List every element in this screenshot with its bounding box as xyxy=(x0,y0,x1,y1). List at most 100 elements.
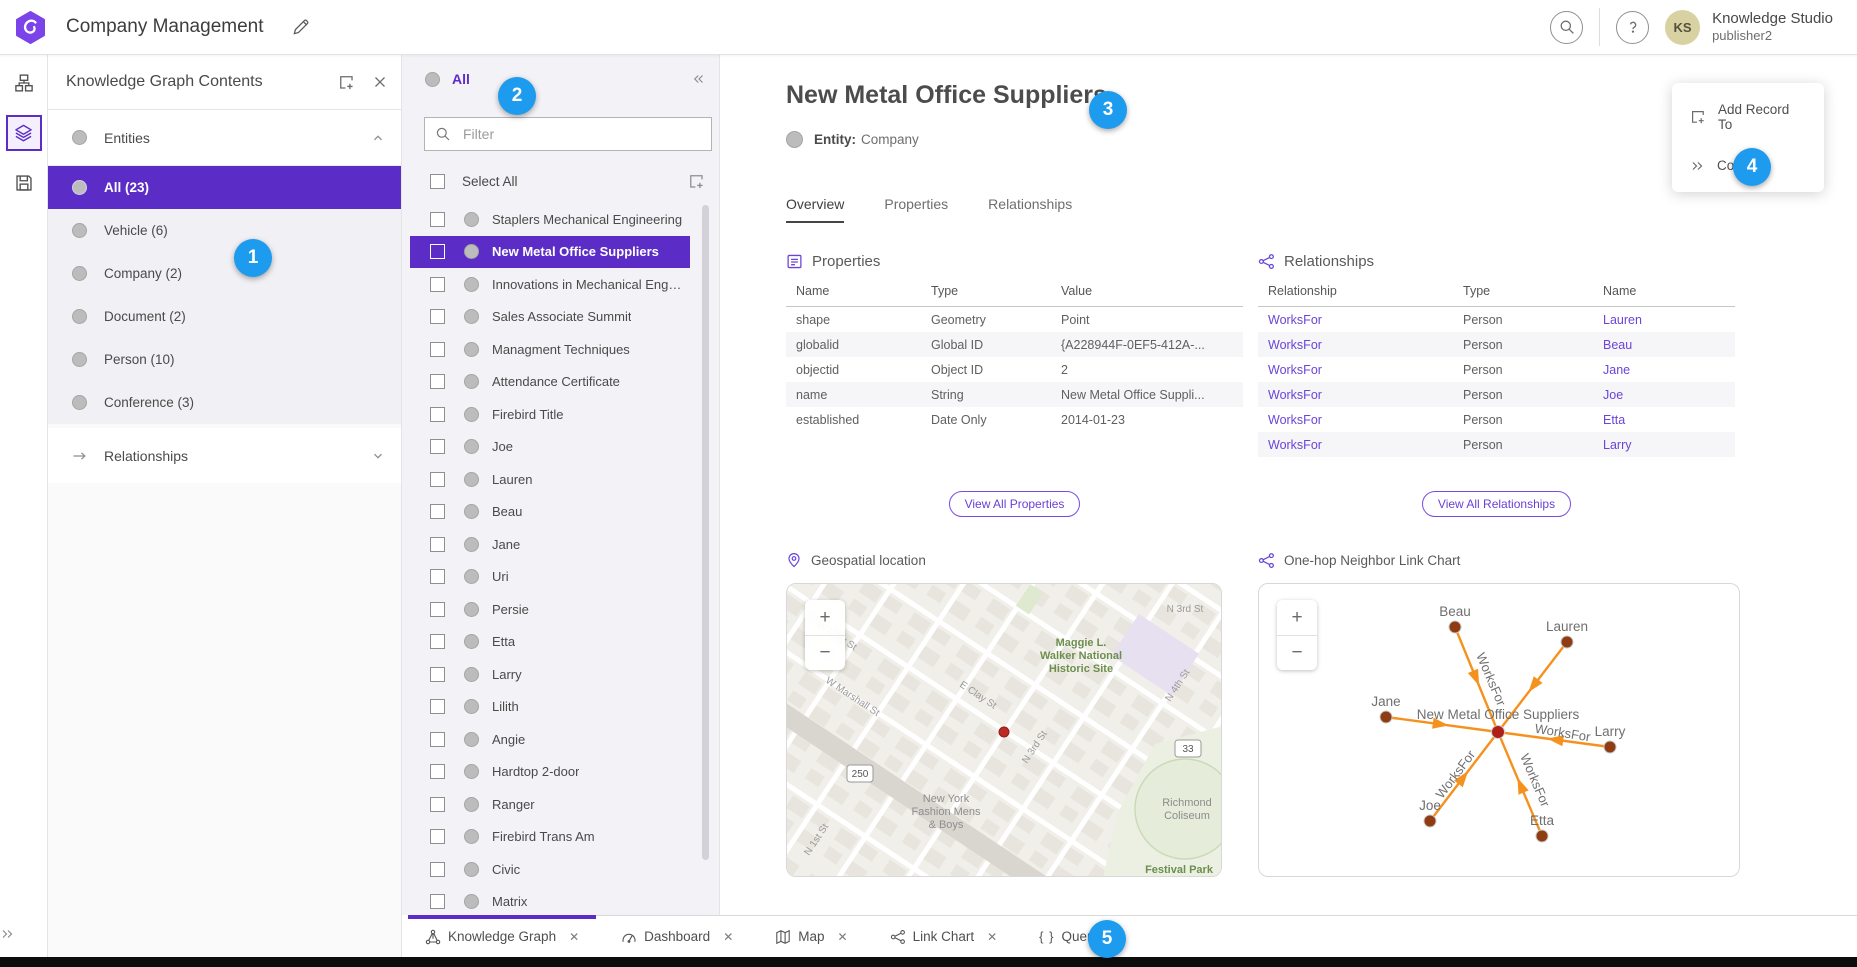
view-tab-dashboard[interactable]: Dashboard ✕ xyxy=(604,916,750,957)
graph-center-node[interactable] xyxy=(1492,726,1505,739)
help-button[interactable] xyxy=(1616,11,1649,44)
layers-icon[interactable] xyxy=(6,115,42,151)
entity-record-row[interactable]: Joe xyxy=(410,431,690,464)
entity-record-row[interactable]: Angie xyxy=(410,723,690,756)
close-tab-icon[interactable]: ✕ xyxy=(987,930,997,944)
entity-record-row[interactable]: Jane xyxy=(410,528,690,561)
record-checkbox[interactable] xyxy=(430,894,445,909)
entity-record-row[interactable]: Firebird Title xyxy=(410,398,690,431)
table-row[interactable]: WorksForPersonBeau xyxy=(1258,332,1735,357)
map-zoom-in-button[interactable]: + xyxy=(805,600,845,635)
entity-record-row[interactable]: Attendance Certificate xyxy=(410,366,690,399)
record-checkbox[interactable] xyxy=(430,829,445,844)
entity-record-row[interactable]: Ranger xyxy=(410,788,690,821)
table-row[interactable]: WorksForPersonLauren xyxy=(1258,307,1735,333)
table-cell[interactable]: WorksFor xyxy=(1258,407,1453,432)
map-canvas[interactable]: 250 33 W Clay St W Marshall St E Clay St… xyxy=(787,584,1222,877)
record-tab-properties[interactable]: Properties xyxy=(884,196,948,223)
view-tab-knowledge-graph[interactable]: Knowledge Graph ✕ xyxy=(408,916,596,957)
geospatial-map-card[interactable]: 250 33 W Clay St W Marshall St E Clay St… xyxy=(786,583,1222,877)
entity-record-row[interactable]: Larry xyxy=(410,658,690,691)
record-checkbox[interactable] xyxy=(430,277,445,292)
entity-record-row[interactable]: Lauren xyxy=(410,463,690,496)
list-scrollbar[interactable] xyxy=(702,205,709,860)
entity-type-item[interactable]: Conference (3) xyxy=(48,381,401,424)
record-checkbox[interactable] xyxy=(430,309,445,324)
close-tab-icon[interactable]: ✕ xyxy=(569,930,579,944)
record-checkbox[interactable] xyxy=(430,472,445,487)
table-row[interactable]: WorksForPersonLarry xyxy=(1258,432,1735,457)
entity-record-row[interactable]: Civic xyxy=(410,853,690,886)
record-checkbox[interactable] xyxy=(430,374,445,389)
record-checkbox[interactable] xyxy=(430,244,445,259)
record-checkbox[interactable] xyxy=(430,764,445,779)
table-row[interactable]: establishedDate Only2014-01-23 xyxy=(786,407,1243,432)
record-checkbox[interactable] xyxy=(430,797,445,812)
view-all-properties-button[interactable]: View All Properties xyxy=(949,491,1081,517)
entities-group-row[interactable]: Entities xyxy=(48,110,401,165)
record-checkbox[interactable] xyxy=(430,602,445,617)
record-checkbox[interactable] xyxy=(430,439,445,454)
entity-record-row[interactable]: Sales Associate Summit xyxy=(410,301,690,334)
table-cell[interactable]: Jane xyxy=(1593,357,1735,382)
record-checkbox[interactable] xyxy=(430,504,445,519)
entity-record-row[interactable]: Beau xyxy=(410,496,690,529)
entity-type-item[interactable]: All (23) xyxy=(48,166,401,209)
entity-record-row[interactable]: Etta xyxy=(410,626,690,659)
graph-node[interactable] xyxy=(1380,711,1392,723)
graph-node[interactable] xyxy=(1536,830,1548,842)
record-checkbox[interactable] xyxy=(430,569,445,584)
table-row[interactable]: WorksForPersonJane xyxy=(1258,357,1735,382)
map-zoom-out-button[interactable]: − xyxy=(805,635,845,670)
record-checkbox[interactable] xyxy=(430,667,445,682)
save-icon[interactable] xyxy=(6,165,42,201)
expand-rail-icon[interactable] xyxy=(0,927,47,941)
table-cell[interactable]: Beau xyxy=(1593,332,1735,357)
graph-node[interactable] xyxy=(1604,741,1616,753)
entity-record-row[interactable]: Managment Techniques xyxy=(410,333,690,366)
entity-type-item[interactable]: Company (2) xyxy=(48,252,401,295)
entity-record-row[interactable]: Uri xyxy=(410,561,690,594)
record-checkbox[interactable] xyxy=(430,634,445,649)
entity-record-row[interactable]: New Metal Office Suppliers xyxy=(410,236,690,269)
close-tab-icon[interactable]: ✕ xyxy=(723,930,733,944)
view-all-relationships-button[interactable]: View All Relationships xyxy=(1422,491,1571,517)
relationships-group-row[interactable]: Relationships xyxy=(48,428,401,483)
table-cell[interactable]: WorksFor xyxy=(1258,332,1453,357)
entity-type-item[interactable]: Vehicle (6) xyxy=(48,209,401,252)
table-cell[interactable]: WorksFor xyxy=(1258,382,1453,407)
search-button[interactable] xyxy=(1550,11,1583,44)
entity-record-row[interactable]: Innovations in Mechanical Engin... xyxy=(410,268,690,301)
table-row[interactable]: nameStringNew Metal Office Suppli... xyxy=(786,382,1243,407)
entity-type-item[interactable]: Person (10) xyxy=(48,338,401,381)
entity-record-row[interactable]: Matrix xyxy=(410,886,690,916)
edit-title-icon[interactable] xyxy=(292,19,309,36)
view-tab-map[interactable]: Map ✕ xyxy=(758,916,864,957)
record-checkbox[interactable] xyxy=(430,699,445,714)
select-all-checkbox[interactable] xyxy=(430,174,445,189)
close-panel-icon[interactable] xyxy=(373,75,387,89)
record-tab-overview[interactable]: Overview xyxy=(786,196,844,223)
table-cell[interactable]: Etta xyxy=(1593,407,1735,432)
entity-record-row[interactable]: Lilith xyxy=(410,691,690,724)
record-checkbox[interactable] xyxy=(430,862,445,877)
record-checkbox[interactable] xyxy=(430,732,445,747)
table-cell[interactable]: WorksFor xyxy=(1258,307,1453,333)
chevron-down-icon[interactable] xyxy=(371,449,385,463)
data-model-icon[interactable] xyxy=(6,65,42,101)
add-to-new-icon[interactable] xyxy=(338,74,355,91)
table-cell[interactable]: WorksFor xyxy=(1258,357,1453,382)
linkchart-zoom-in-button[interactable]: + xyxy=(1277,600,1317,635)
linkchart-zoom-out-button[interactable]: − xyxy=(1277,635,1317,670)
entity-record-row[interactable]: Persie xyxy=(410,593,690,626)
close-tab-icon[interactable]: ✕ xyxy=(838,930,848,944)
menu-item-add-record-to[interactable]: Add Record To xyxy=(1672,89,1824,145)
graph-node[interactable] xyxy=(1424,815,1436,827)
table-cell[interactable]: Larry xyxy=(1593,432,1735,457)
chevron-up-icon[interactable] xyxy=(371,131,385,145)
view-tab-link-chart[interactable]: Link Chart ✕ xyxy=(873,916,1015,957)
record-checkbox[interactable] xyxy=(430,407,445,422)
one-hop-link-chart[interactable]: WorksForWorksForWorksForWorksForBeauLaur… xyxy=(1259,584,1739,877)
table-row[interactable]: WorksForPersonJoe xyxy=(1258,382,1735,407)
graph-node[interactable] xyxy=(1449,621,1461,633)
